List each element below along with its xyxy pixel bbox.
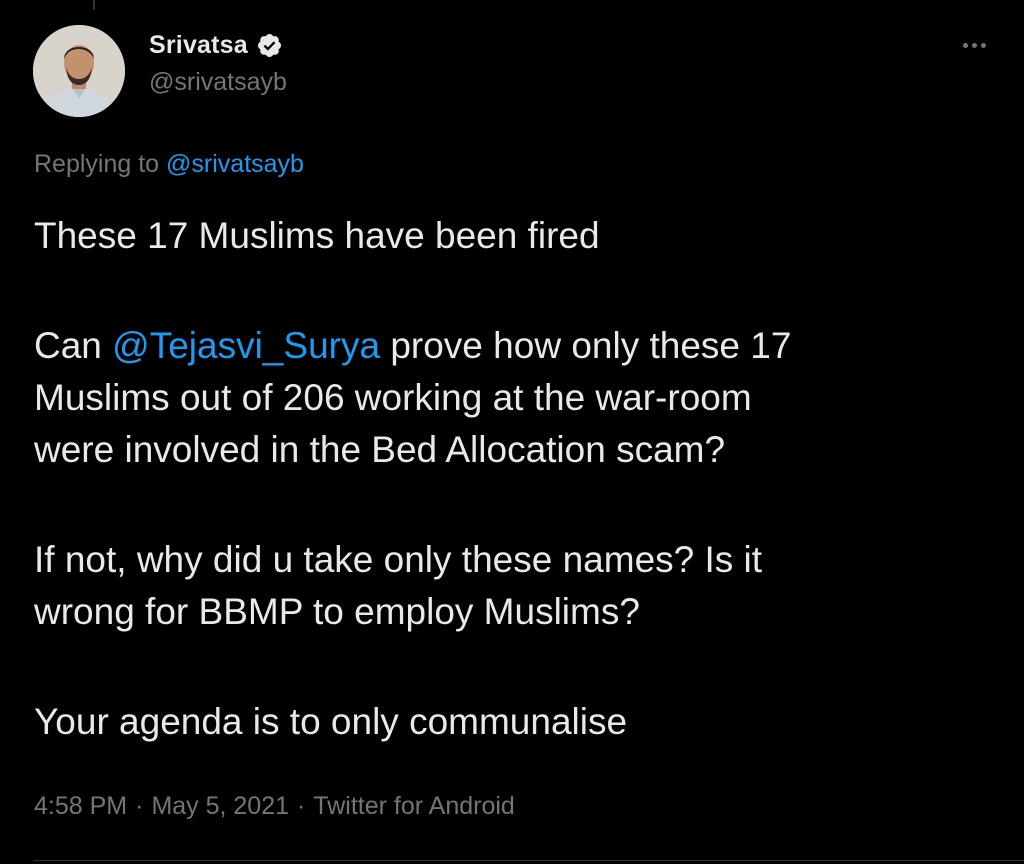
replying-to-mention-link[interactable]: @srivatsayb <box>166 150 304 178</box>
tweet-text-span: Muslims out of 206 working at the war-ro… <box>34 377 752 418</box>
meta-separator: · <box>135 792 144 820</box>
tweet-source[interactable]: Twitter for Android <box>313 792 514 820</box>
tweet-metadata: 4:58 PM · May 5, 2021 · Twitter for Android <box>34 792 515 821</box>
verified-badge-icon <box>256 32 283 59</box>
mention-link-tejasvi-surya[interactable]: @Tejasvi_Surya <box>112 325 380 366</box>
author-handle[interactable]: @srivatsayb <box>149 68 287 97</box>
tweet-paragraph-2: Can @Tejasvi_Surya prove how only these … <box>34 320 994 476</box>
profile-photo-icon <box>33 25 125 117</box>
tweet-text-span: If not, why did u take only these names?… <box>34 539 763 580</box>
tweet-text-span: wrong for BBMP to employ Muslims? <box>34 591 640 632</box>
replying-to-line: Replying to @srivatsayb <box>34 150 304 179</box>
tweet-paragraph-3: If not, why did u take only these names?… <box>34 534 994 638</box>
tweet-timestamp-date[interactable]: May 5, 2021 <box>151 792 289 820</box>
tweet-text-span: were involved in the Bed Allocation scam… <box>34 429 726 470</box>
meta-separator: · <box>297 792 306 820</box>
author-name-row: Srivatsa <box>149 28 283 62</box>
thread-connector-line <box>93 0 95 10</box>
more-horizontal-icon <box>962 42 968 48</box>
tweet-timestamp-time[interactable]: 4:58 PM <box>34 792 127 820</box>
tweet-paragraph-4: Your agenda is to only communalise <box>34 701 628 742</box>
replying-to-prefix: Replying to <box>34 150 167 178</box>
author-display-name[interactable]: Srivatsa <box>149 31 248 60</box>
more-horizontal-icon-dot <box>980 42 986 48</box>
tweet-paragraph-1: These 17 Muslims have been fired <box>34 215 600 256</box>
tweet-text: These 17 Muslims have been fired Can @Te… <box>34 210 994 748</box>
tweet-text-span: prove how only these 17 <box>380 325 792 366</box>
tweet-text-span: Can <box>34 325 113 366</box>
more-options-button[interactable] <box>957 28 991 62</box>
divider <box>34 860 1024 861</box>
more-horizontal-icon-dot <box>971 42 977 48</box>
avatar[interactable] <box>33 25 125 117</box>
